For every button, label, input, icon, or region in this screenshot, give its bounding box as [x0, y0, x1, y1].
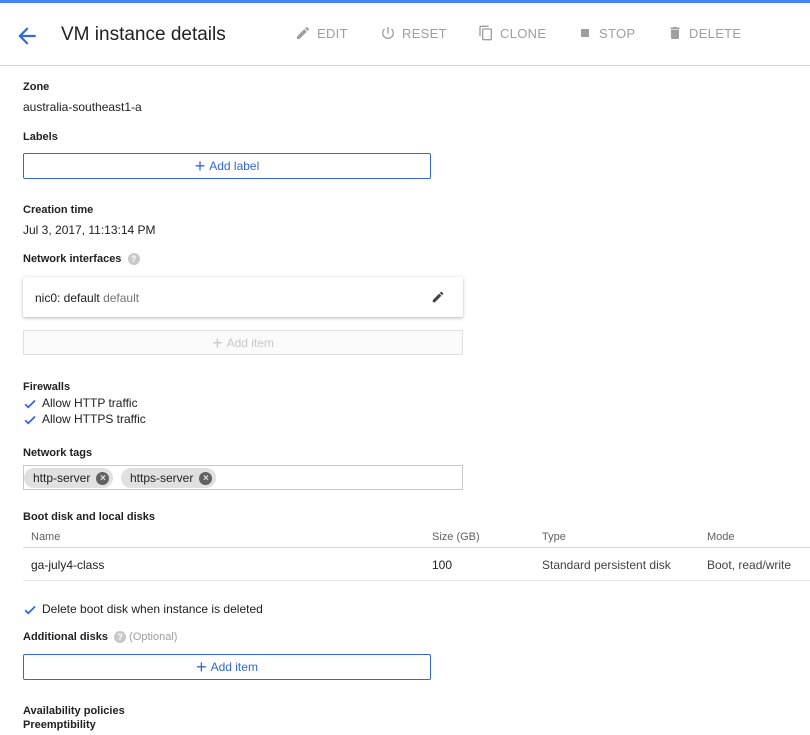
- add-disk-text: Add item: [210, 660, 258, 674]
- reset-label: RESET: [402, 25, 447, 41]
- network-interface-card[interactable]: nic0: default default: [23, 277, 463, 317]
- delete-button[interactable]: DELETE: [667, 23, 741, 43]
- additional-disks-label: Additional disks ? (Optional): [23, 631, 178, 644]
- plus-icon: +: [212, 332, 223, 353]
- network-interfaces-text: Network interfaces: [23, 253, 122, 265]
- add-label-text: Add label: [209, 159, 260, 173]
- add-disk-button[interactable]: + Add item: [23, 654, 431, 680]
- zone-value: australia-southeast1-a: [23, 100, 142, 114]
- disk-mode: Boot, read/write: [707, 558, 792, 572]
- help-icon[interactable]: ?: [114, 631, 127, 644]
- column-header-size: Size (GB): [432, 531, 480, 543]
- nic-network: default: [103, 291, 140, 305]
- nic-name: nic0: default default: [35, 291, 139, 305]
- allow-http-row[interactable]: Allow HTTP traffic: [23, 396, 138, 410]
- column-header-mode: Mode: [707, 531, 735, 543]
- disk-type: Standard persistent disk: [542, 558, 671, 572]
- table-header: Name Size (GB) Type Mode: [23, 527, 810, 548]
- preemptibility-label: Preemptibility: [23, 719, 96, 731]
- creation-time-label: Creation time: [23, 204, 94, 216]
- network-tags-label: Network tags: [23, 447, 93, 459]
- firewalls-label: Firewalls: [23, 381, 71, 393]
- delete-boot-disk-checkbox[interactable]: [23, 602, 36, 616]
- tag-chip-https-server: https-server ×: [121, 468, 217, 488]
- reset-button[interactable]: RESET: [380, 23, 447, 43]
- stop-label: STOP: [599, 25, 636, 41]
- creation-time-value: Jul 3, 2017, 11:13:14 PM: [23, 223, 156, 237]
- checkmark-icon: [24, 399, 36, 408]
- boot-disk-label: Boot disk and local disks: [23, 511, 156, 523]
- edit-label: EDIT: [317, 25, 348, 41]
- clone-icon: [479, 25, 492, 41]
- trash-icon: [670, 27, 680, 39]
- add-network-interface-text: Add item: [226, 335, 274, 350]
- delete-boot-disk-label: Delete boot disk when instance is delete…: [42, 602, 263, 616]
- back-button[interactable]: [14, 23, 40, 49]
- column-header-name: Name: [31, 531, 61, 543]
- allow-http-checkbox[interactable]: [23, 396, 36, 410]
- clone-button[interactable]: CLONE: [478, 23, 546, 43]
- delete-label: DELETE: [689, 25, 742, 41]
- clone-label: CLONE: [500, 25, 547, 41]
- tag-chip-http-server: http-server ×: [24, 468, 114, 488]
- help-icon[interactable]: ?: [127, 253, 140, 266]
- optional-hint: (Optional): [129, 631, 178, 643]
- tag-chip-label: https-server: [130, 471, 194, 485]
- additional-disks-text: Additional disks: [23, 631, 108, 643]
- column-header-type: Type: [542, 531, 566, 543]
- checkmark-icon: [24, 415, 36, 424]
- pencil-icon: [432, 291, 444, 303]
- disk-name: ga-july4-class: [31, 558, 105, 572]
- add-label-button[interactable]: + Add label: [23, 153, 431, 179]
- arrow-back-icon: [18, 27, 36, 45]
- remove-tag-icon[interactable]: ×: [199, 471, 213, 485]
- remove-tag-icon[interactable]: ×: [96, 471, 110, 485]
- page-header: VM instance details EDIT RESET CLONE STO…: [0, 3, 810, 66]
- zone-label: Zone: [23, 81, 50, 93]
- nic-name-text: nic0: default: [35, 291, 100, 305]
- edit-button[interactable]: EDIT: [295, 23, 348, 43]
- nic-edit-button[interactable]: [431, 290, 445, 304]
- network-tags-input[interactable]: http-server × https-server ×: [23, 465, 463, 490]
- availability-policies-label: Availability policies: [23, 705, 125, 717]
- tag-chip-label: http-server: [33, 471, 91, 485]
- plus-icon: +: [196, 657, 207, 677]
- plus-icon: +: [194, 156, 206, 176]
- pencil-icon: [297, 26, 310, 39]
- network-interfaces-label: Network interfaces ?: [23, 253, 140, 266]
- stop-button[interactable]: STOP: [577, 23, 635, 43]
- disk-size: 100: [432, 558, 453, 572]
- delete-boot-disk-row[interactable]: Delete boot disk when instance is delete…: [23, 602, 263, 616]
- allow-https-checkbox[interactable]: [23, 412, 36, 426]
- page-title: VM instance details: [61, 24, 226, 45]
- stop-icon: [581, 29, 589, 37]
- table-row[interactable]: ga-july4-class 100 Standard persistent d…: [23, 549, 810, 581]
- allow-https-label: Allow HTTPS traffic: [42, 412, 146, 426]
- power-icon: [382, 27, 394, 39]
- checkmark-icon: [24, 605, 36, 614]
- add-network-interface-button[interactable]: + Add item: [23, 330, 463, 355]
- labels-label: Labels: [23, 131, 58, 143]
- allow-https-row[interactable]: Allow HTTPS traffic: [23, 412, 146, 426]
- allow-http-label: Allow HTTP traffic: [42, 396, 138, 410]
